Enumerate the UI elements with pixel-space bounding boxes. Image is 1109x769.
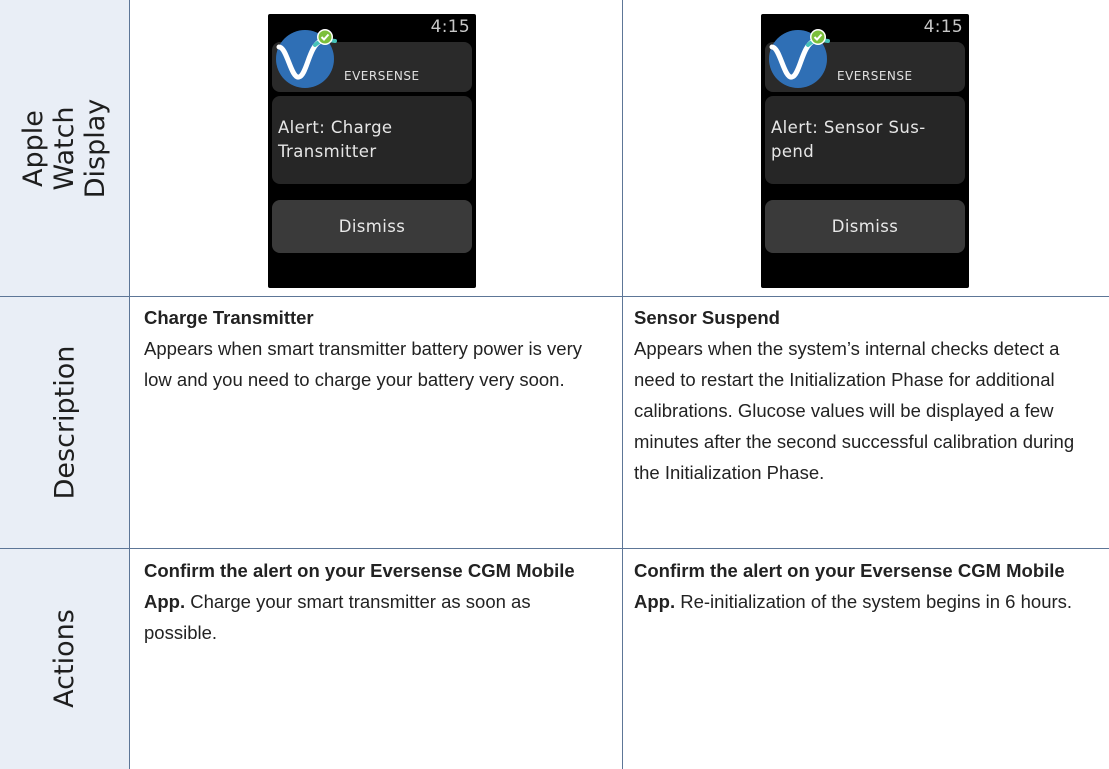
- display-label-text: Apple Watch Display: [18, 98, 111, 198]
- eversense-logo-icon: [769, 29, 830, 88]
- description-text: Appears when the system’s internal check…: [634, 338, 1075, 483]
- actions-cell-charge-transmitter: Confirm the alert on your Eversense CGM …: [144, 555, 604, 648]
- row-label-display: Apple Watch Display: [0, 0, 129, 296]
- column-divider: [622, 0, 623, 769]
- dismiss-button[interactable]: Dismiss: [272, 200, 472, 253]
- actions-cell-sensor-suspend: Confirm the alert on your Eversense CGM …: [634, 555, 1094, 617]
- description-cell-charge-transmitter: Charge Transmitter Appears when smart tr…: [144, 302, 604, 395]
- description-title: Sensor Suspend: [634, 307, 780, 328]
- row-label-actions: Actions: [0, 548, 129, 769]
- actions-text: Charge your smart transmitter as soon as…: [144, 591, 531, 643]
- watch-time: 4:15: [430, 17, 470, 37]
- alert-text: Alert: Sensor Sus-pend: [771, 118, 926, 161]
- watch-brand: EVERSENSE: [344, 69, 420, 83]
- watch-screen-sensor-suspend: 4:15 EVERSENSE Alert: Sensor Sus-pend Di…: [761, 14, 969, 288]
- row-label-description: Description: [0, 296, 129, 548]
- watch-brand: EVERSENSE: [837, 69, 913, 83]
- watch-time: 4:15: [923, 17, 963, 37]
- row-divider: [0, 296, 1109, 297]
- row-divider: [0, 548, 1109, 549]
- actions-label-text: Actions: [48, 609, 80, 708]
- description-cell-sensor-suspend: Sensor Suspend Appears when the system’s…: [634, 302, 1094, 488]
- watch-screen-charge-transmitter: 4:15 EVERSENSE Alert: Charge Transmitter…: [268, 14, 476, 288]
- actions-text: Re-initialization of the system begins i…: [675, 591, 1073, 612]
- description-title: Charge Transmitter: [144, 307, 314, 328]
- eversense-logo-icon: [276, 29, 337, 88]
- description-label-text: Description: [49, 345, 80, 499]
- description-text: Appears when smart transmitter battery p…: [144, 338, 582, 390]
- dismiss-button[interactable]: Dismiss: [765, 200, 965, 253]
- alert-text: Alert: Charge Transmitter: [278, 118, 393, 161]
